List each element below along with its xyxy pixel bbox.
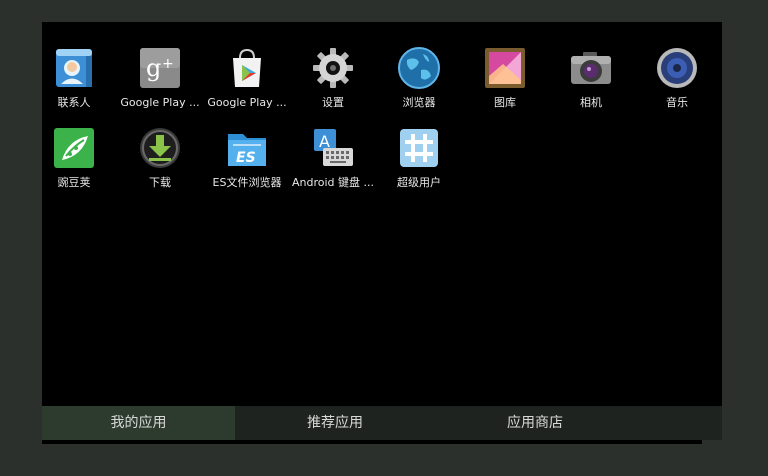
svg-text:ES: ES <box>236 150 256 166</box>
app-label: 超级用户 <box>397 176 441 189</box>
globe-icon <box>397 46 441 90</box>
google-plus-icon: g + <box>138 46 182 90</box>
app-label: 音乐 <box>666 96 688 109</box>
app-label: Google Play ... <box>207 96 287 109</box>
device-frame: 联系人 g + Google Play ... Google Play ... … <box>0 0 768 476</box>
tab-recommended-apps[interactable]: 推荐应用 <box>235 406 435 440</box>
app-browser[interactable]: 浏览器 <box>376 46 462 116</box>
app-label: Google Play ... <box>120 96 200 109</box>
app-label: Android 键盘 ... <box>291 176 374 189</box>
keyboard-icon: A <box>311 126 355 170</box>
gear-icon <box>311 46 355 90</box>
app-label: 豌豆荚 <box>57 176 91 189</box>
app-superuser[interactable]: 超级用户 <box>376 126 462 196</box>
app-label: 联系人 <box>57 96 91 109</box>
gallery-icon <box>483 46 527 90</box>
app-settings[interactable]: 设置 <box>290 46 376 116</box>
app-label: ES文件浏览器 <box>212 176 282 189</box>
app-es-file-explorer[interactable]: ES ES文件浏览器 <box>204 126 290 196</box>
app-android-keyboard[interactable]: A Android 键盘 ... <box>290 126 376 196</box>
app-label: 下载 <box>149 176 171 189</box>
app-label: 相机 <box>580 96 602 109</box>
download-icon <box>138 126 182 170</box>
es-file-explorer-icon: ES <box>225 126 269 170</box>
app-label: 设置 <box>322 96 344 109</box>
app-google-plus[interactable]: g + Google Play ... <box>117 46 203 116</box>
camera-icon <box>569 46 613 90</box>
app-music[interactable]: 音乐 <box>634 46 720 116</box>
app-label: 图库 <box>494 96 516 109</box>
play-store-icon <box>225 46 269 90</box>
tab-my-apps[interactable]: 我的应用 <box>42 406 235 440</box>
app-camera[interactable]: 相机 <box>548 46 634 116</box>
svg-text:g: g <box>146 54 161 82</box>
app-drawer: 联系人 g + Google Play ... Google Play ... … <box>42 22 722 406</box>
app-label: 浏览器 <box>402 96 436 109</box>
tab-app-store[interactable]: 应用商店 <box>435 406 635 440</box>
app-play-store[interactable]: Google Play ... <box>204 46 290 116</box>
app-download[interactable]: 下载 <box>117 126 203 196</box>
tab-underline <box>42 440 702 444</box>
superuser-icon <box>397 126 441 170</box>
tab-bar: 我的应用 推荐应用 应用商店 <box>42 406 722 440</box>
app-contacts[interactable]: 联系人 <box>31 46 117 116</box>
contacts-icon <box>52 46 96 90</box>
speaker-icon <box>655 46 699 90</box>
app-gallery[interactable]: 图库 <box>462 46 548 116</box>
app-wandoujia[interactable]: 豌豆荚 <box>31 126 117 196</box>
svg-text:+: + <box>162 56 174 72</box>
wandoujia-icon <box>52 126 96 170</box>
